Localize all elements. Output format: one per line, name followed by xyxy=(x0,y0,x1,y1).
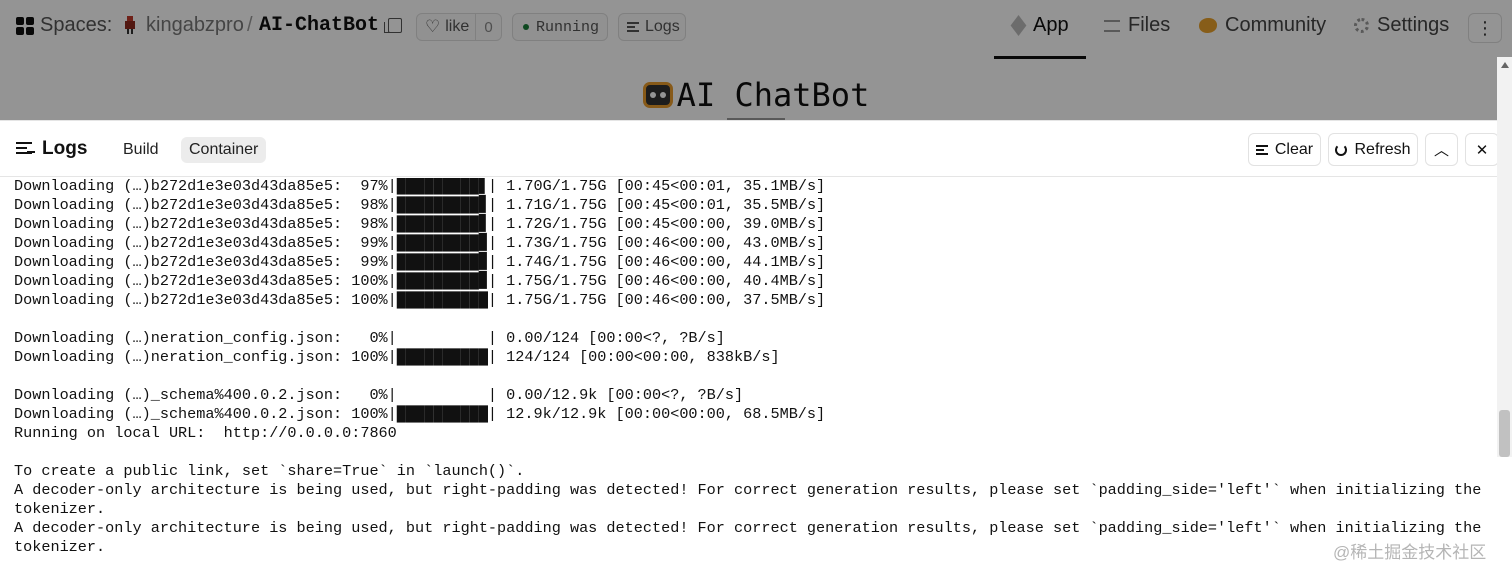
user-avatar-icon xyxy=(125,16,135,34)
like-count: 0 xyxy=(475,14,501,40)
space-name-link[interactable]: AI-ChatBot xyxy=(259,14,379,37)
log-line: A decoder-only architecture is being use… xyxy=(14,519,1482,537)
tab-settings[interactable]: Settings xyxy=(1354,14,1449,37)
logs-button-label: Logs xyxy=(645,18,680,35)
close-button[interactable]: ✕ xyxy=(1465,133,1499,166)
space-page: Spaces: kingabzpro / AI-ChatBot ♡ like 0… xyxy=(0,0,1512,120)
log-line: Downloading (…)_schema%400.0.2.json: 0%|… xyxy=(14,386,744,404)
app-cube-icon xyxy=(1010,15,1027,36)
community-icon xyxy=(1199,18,1217,33)
logs-panel-icon xyxy=(16,142,35,154)
scroll-up-arrow-icon[interactable] xyxy=(1501,62,1509,68)
tab-container[interactable]: Container xyxy=(181,137,267,163)
clear-label: Clear xyxy=(1274,140,1314,158)
collapse-button[interactable]: ︿ xyxy=(1425,133,1458,166)
tab-files-label: Files xyxy=(1128,14,1171,36)
log-line: Downloading (…)_schema%400.0.2.json: 100… xyxy=(14,405,826,423)
app-title: AI ChatBot xyxy=(0,76,1512,114)
log-line: Downloading (…)b272d1e3e03d43da85e5: 99%… xyxy=(14,253,826,271)
robot-icon xyxy=(642,82,673,108)
logs-panel-header: Logs Build Container Clear Refresh ︿ ✕ xyxy=(0,121,1512,177)
log-scrollbar[interactable] xyxy=(1497,57,1512,457)
spaces-logo-icon[interactable] xyxy=(16,17,34,35)
files-icon xyxy=(1104,19,1120,32)
copy-icon[interactable] xyxy=(384,18,402,33)
spaces-label[interactable]: Spaces: xyxy=(40,14,112,37)
log-line: Downloading (…)b272d1e3e03d43da85e5: 99%… xyxy=(14,234,826,252)
logs-icon xyxy=(627,22,639,32)
tab-community[interactable]: Community xyxy=(1199,14,1326,37)
log-line: To create a public link, set `share=True… xyxy=(14,462,525,480)
refresh-label: Refresh xyxy=(1354,140,1411,158)
chevron-up-icon: ︿ xyxy=(1433,142,1449,159)
status-dot-icon xyxy=(523,24,529,30)
status-badge[interactable]: Running xyxy=(512,13,608,41)
log-line: Running on local URL: http://0.0.0.0:786… xyxy=(14,424,397,442)
log-line: A decoder-only architecture is being use… xyxy=(14,481,1482,499)
tab-files[interactable]: Files xyxy=(1104,14,1170,37)
log-line: Downloading (…)b272d1e3e03d43da85e5: 100… xyxy=(14,272,826,290)
log-line: tokenizer. xyxy=(14,538,106,556)
status-label: Running xyxy=(536,18,600,36)
like-label: like xyxy=(445,18,470,35)
log-line: Downloading (…)b272d1e3e03d43da85e5: 100… xyxy=(14,291,826,309)
tab-settings-label: Settings xyxy=(1377,14,1450,36)
tab-app-label: App xyxy=(1033,14,1069,36)
close-icon: ✕ xyxy=(1475,141,1489,159)
scrollbar-thumb[interactable] xyxy=(1499,410,1510,457)
log-line: Downloading (…)b272d1e3e03d43da85e5: 98%… xyxy=(14,215,826,233)
logs-panel: Logs Build Container Clear Refresh ︿ ✕ D… xyxy=(0,120,1512,577)
owner-link[interactable]: kingabzpro xyxy=(146,14,244,37)
heart-icon: ♡ xyxy=(425,17,441,36)
more-options-icon[interactable]: ⋮ xyxy=(1468,13,1502,43)
log-line: Downloading (…)neration_config.json: 0%|… xyxy=(14,329,725,347)
tab-build[interactable]: Build xyxy=(115,137,167,163)
refresh-icon xyxy=(1335,143,1348,156)
path-separator: / xyxy=(247,14,253,36)
app-title-text: AI ChatBot xyxy=(676,76,870,114)
top-nav-bar: Spaces: kingabzpro / AI-ChatBot ♡ like 0… xyxy=(0,0,1512,59)
like-button[interactable]: ♡ like 0 xyxy=(416,13,502,41)
log-line: Downloading (…)b272d1e3e03d43da85e5: 98%… xyxy=(14,196,826,214)
log-line: Downloading (…)b272d1e3e03d43da85e5: 97%… xyxy=(14,178,826,195)
tab-community-label: Community xyxy=(1225,14,1327,36)
tab-app[interactable]: App xyxy=(1010,14,1069,37)
active-tab-indicator xyxy=(994,56,1086,59)
clear-icon xyxy=(1255,144,1268,155)
logs-button[interactable]: Logs xyxy=(618,13,686,41)
watermark: @稀土掘金技术社区 xyxy=(1333,543,1487,562)
log-output[interactable]: Downloading (…)b272d1e3e03d43da85e5: 97%… xyxy=(0,178,1496,577)
gear-icon xyxy=(1354,18,1369,33)
refresh-button[interactable]: Refresh xyxy=(1328,133,1418,166)
logs-panel-title: Logs xyxy=(42,138,88,159)
log-lines: Downloading (…)b272d1e3e03d43da85e5: 97%… xyxy=(14,178,1481,557)
clear-button[interactable]: Clear xyxy=(1248,133,1321,166)
log-line: tokenizer. xyxy=(14,500,106,518)
log-line: Downloading (…)neration_config.json: 100… xyxy=(14,348,780,366)
